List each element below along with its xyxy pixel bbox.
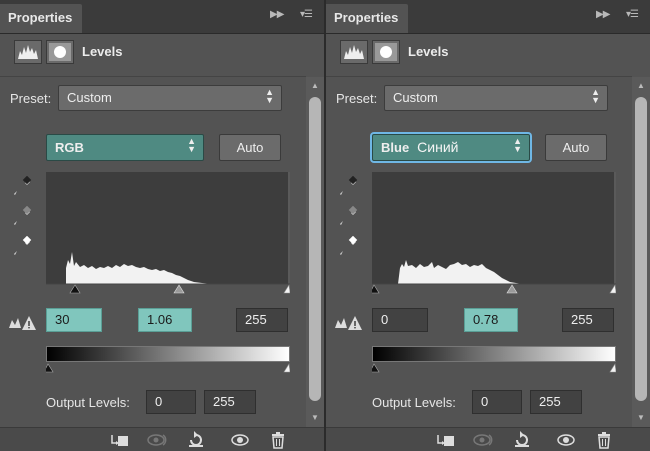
output-gradient-bar [46,346,290,362]
reset-icon[interactable] [512,431,532,449]
header-divider [326,76,632,77]
input-levels-slider[interactable] [46,283,291,297]
output-levels-label: Output Levels: [372,395,456,410]
layer-mask-icon[interactable] [372,40,400,64]
visibility-eye-icon[interactable] [556,431,576,449]
output-levels-slider[interactable] [43,362,291,376]
auto-button[interactable]: Auto [545,134,607,161]
view-previous-state-icon[interactable] [472,431,493,449]
scroll-down-icon[interactable]: ▼ [311,413,319,422]
scrollbar-thumb[interactable] [309,97,321,401]
histogram [46,172,290,284]
output-levels-label: Output Levels: [46,395,130,410]
black-point-eyedropper-icon[interactable] [12,175,32,198]
adjustment-header: Levels [0,34,324,74]
gamma-handle [506,284,518,294]
auto-button[interactable]: Auto [219,134,281,161]
preset-label: Preset: [336,91,378,106]
adjustment-header: Levels [326,34,650,74]
input-black-field[interactable]: 30 [46,308,102,332]
preset-label: Preset: [10,91,52,106]
trash-icon[interactable] [268,431,288,449]
scrollbar-thumb[interactable] [635,97,647,401]
gray-point-eyedropper-icon[interactable] [12,205,32,228]
output-black-handle [369,363,380,373]
panel-tab-bar: Properties ▶▶ ▾☰ [0,0,324,34]
panel-footer [326,427,650,451]
panel-scrollbar[interactable]: ▲ ▼ [306,77,324,427]
histogram [372,172,616,284]
clipping-warning-icon[interactable] [8,314,38,332]
output-gradient-bar [372,346,616,362]
output-levels-slider[interactable] [369,362,617,376]
levels-histogram-icon[interactable] [340,40,368,64]
view-previous-state-icon[interactable] [146,431,167,449]
clipping-warning-icon[interactable] [334,314,364,332]
black-point-eyedropper-icon[interactable] [338,175,358,198]
panel-scrollbar[interactable]: ▲ ▼ [632,77,650,427]
output-black-field[interactable]: 0 [146,390,196,414]
channel-annotation: Синий [417,139,459,155]
gray-point-eyedropper-icon[interactable] [338,205,358,228]
output-white-field[interactable]: 255 [530,390,582,414]
visibility-eye-icon[interactable] [230,431,250,449]
tab-properties[interactable]: Properties [0,4,82,33]
layer-mask-icon[interactable] [46,40,74,64]
input-levels-slider[interactable] [369,283,617,297]
channel-dropdown[interactable]: RGB ▲ ▼ [46,134,204,161]
output-black-field[interactable]: 0 [472,390,522,414]
output-white-handle [609,363,617,373]
preset-value: Custom [393,90,438,105]
reset-icon[interactable] [186,431,206,449]
channel-value: Blue [381,140,410,155]
input-black-field[interactable]: 0 [372,308,428,332]
properties-panel-right: Properties ▶▶ ▾☰ Levels Preset: Custom ▲… [326,0,650,451]
output-black-handle [43,363,54,373]
updown-arrows-icon: ▲ ▼ [513,136,522,154]
panel-footer [0,427,324,451]
header-divider [0,76,306,77]
scroll-up-icon[interactable]: ▲ [637,81,645,90]
preset-dropdown[interactable]: Custom ▲ ▼ [58,85,282,111]
channel-value: RGB [55,140,84,155]
input-white-field[interactable]: 255 [236,308,288,332]
properties-panel-left: Properties ▶▶ ▾☰ Levels Preset: Custom ▲… [0,0,324,451]
adjustment-title: Levels [82,44,123,59]
double-chevron-right-icon[interactable]: ▶▶ [596,9,610,20]
black-point-handle [369,284,380,294]
updown-arrows-icon: ▲ ▼ [187,136,196,154]
levels-histogram-icon[interactable] [14,40,42,64]
output-white-handle [283,363,291,373]
white-point-handle [283,284,291,294]
updown-arrows-icon: ▲ ▼ [265,87,274,105]
trash-icon[interactable] [594,431,614,449]
input-gamma-field[interactable]: 1.06 [138,308,192,332]
channel-dropdown[interactable]: Blue Синий ▲ ▼ [372,134,530,161]
panel-tab-bar: Properties ▶▶ ▾☰ [326,0,650,34]
white-point-eyedropper-icon[interactable] [338,235,358,258]
preset-dropdown[interactable]: Custom ▲ ▼ [384,85,608,111]
preset-value: Custom [67,90,112,105]
input-gamma-field[interactable]: 0.78 [464,308,518,332]
input-white-field[interactable]: 255 [562,308,614,332]
clip-to-layer-icon[interactable] [436,431,456,449]
scroll-down-icon[interactable]: ▼ [637,413,645,422]
output-white-field[interactable]: 255 [204,390,256,414]
updown-arrows-icon: ▲ ▼ [591,87,600,105]
panel-menu-icon[interactable]: ▾☰ [626,9,639,20]
double-chevron-right-icon[interactable]: ▶▶ [270,9,284,20]
gamma-handle [173,284,185,294]
white-point-handle [609,284,617,294]
black-point-handle [69,284,81,294]
white-point-eyedropper-icon[interactable] [12,235,32,258]
adjustment-title: Levels [408,44,449,59]
tab-properties[interactable]: Properties [326,4,408,33]
panel-menu-icon[interactable]: ▾☰ [300,9,313,20]
scroll-up-icon[interactable]: ▲ [311,81,319,90]
clip-to-layer-icon[interactable] [110,431,130,449]
